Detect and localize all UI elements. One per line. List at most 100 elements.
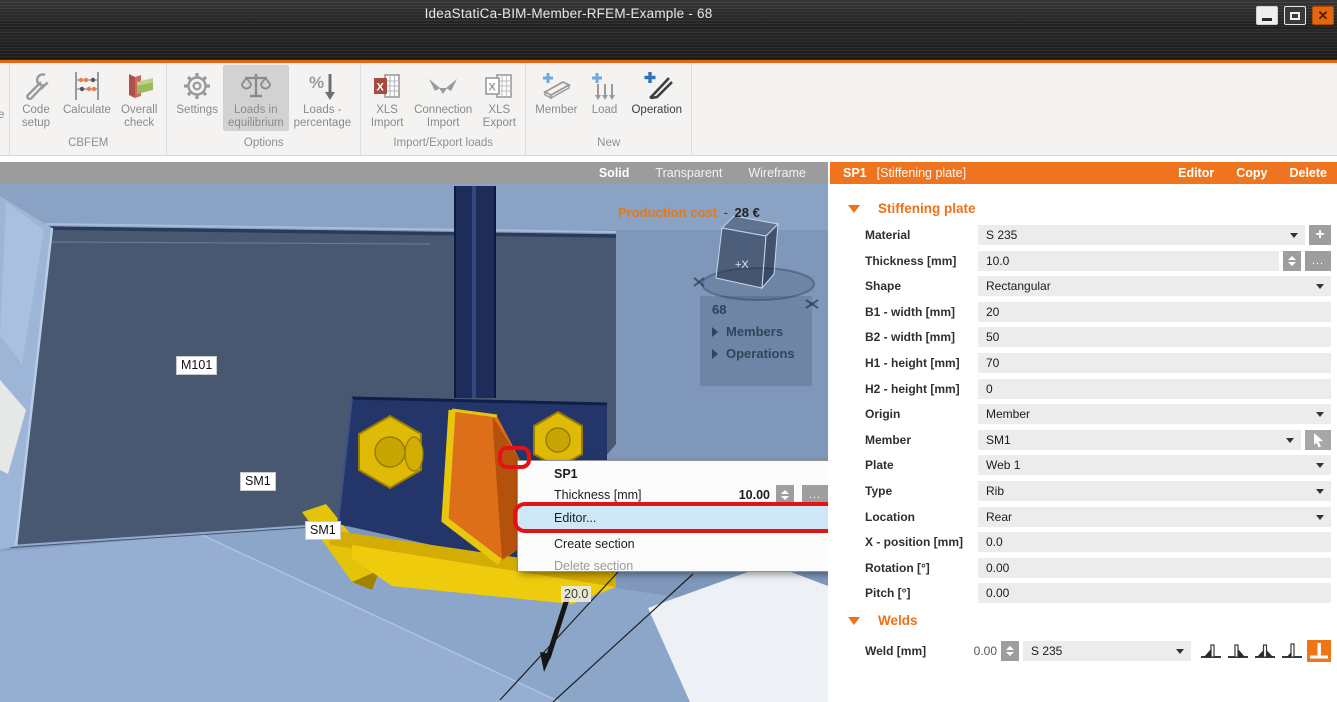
loads-percentage-button[interactable]: % Loads - percentage	[289, 65, 357, 131]
weld-size-spinner[interactable]	[1001, 641, 1019, 661]
overall-check-button[interactable]: Overall check	[116, 65, 162, 131]
tab-wireframe[interactable]: Wireframe	[748, 166, 806, 180]
tab-transparent[interactable]: Transparent	[655, 166, 722, 180]
section-stiffening-plate[interactable]: Stiffening plate	[848, 201, 1337, 216]
production-cost: Production cost - 28 €	[618, 205, 760, 220]
type-dropdown[interactable]: Rib	[978, 481, 1331, 501]
section-welds[interactable]: Welds	[848, 613, 1337, 628]
merge-arrows-icon	[426, 68, 460, 104]
ribbon-group-label: CBFEM	[14, 137, 162, 155]
weld-size-input[interactable]: 0.00	[973, 644, 997, 658]
code-setup-button[interactable]: Code setup	[14, 65, 58, 131]
spinner-up-icon	[781, 490, 789, 494]
delete-button[interactable]: Delete	[1289, 166, 1327, 180]
weld-fillet-left-icon[interactable]	[1199, 640, 1223, 662]
connection-import-button[interactable]: Connection Import	[409, 65, 477, 131]
weld-fillet-both-icon[interactable]	[1253, 640, 1277, 662]
property-row: Origin Member	[865, 404, 1331, 424]
ribbon-clipped-button[interactable]: e	[0, 63, 10, 155]
weld-material-dropdown[interactable]: S 235	[1023, 641, 1191, 661]
weld-butt-icon[interactable]	[1307, 640, 1331, 662]
member-dropdown[interactable]: SM1	[978, 430, 1301, 450]
chevron-right-icon	[712, 349, 718, 359]
minimize-icon	[1262, 18, 1272, 21]
menu-item-delete-section[interactable]: Delete section	[519, 554, 828, 577]
pitch-input[interactable]: 0.00	[978, 583, 1331, 603]
property-row: Plate Web 1	[865, 455, 1331, 475]
tree-item-operations[interactable]: Operations	[712, 346, 812, 361]
tree-item-members[interactable]: Members	[712, 324, 812, 339]
xls-import-button[interactable]: X XLS Import	[365, 65, 409, 131]
h1-height-input[interactable]: 70	[978, 353, 1331, 373]
pick-member-button[interactable]	[1305, 430, 1331, 450]
thickness-spinner[interactable]	[1283, 251, 1301, 271]
origin-dropdown[interactable]: Member	[978, 404, 1331, 424]
plate-dropdown[interactable]: Web 1	[978, 455, 1331, 475]
settings-button[interactable]: Settings	[171, 65, 223, 118]
spinner-down-icon	[1006, 652, 1014, 656]
location-dropdown[interactable]: Rear	[978, 507, 1331, 527]
production-cost-label: Production cost	[618, 205, 717, 220]
member-label-sm1-2[interactable]: SM1	[305, 521, 341, 540]
member-label-m101[interactable]: M101	[176, 356, 217, 375]
close-button[interactable]: ✕	[1312, 6, 1334, 25]
svg-text:%: %	[309, 73, 324, 92]
weld-fillet-right-icon[interactable]	[1226, 640, 1250, 662]
weld-bevel-icon[interactable]	[1280, 640, 1304, 662]
new-operation-button[interactable]: Operation	[626, 65, 687, 118]
property-row: X - position [mm] 0.0	[865, 532, 1331, 552]
weld-row: Weld [mm] 0.00 S 235	[865, 640, 1331, 662]
loads-in-equilibrium-button[interactable]: Loads in equilibrium	[223, 65, 289, 131]
b1-width-input[interactable]: 20	[978, 302, 1331, 322]
wrench-icon	[19, 68, 53, 104]
shape-dropdown[interactable]: Rectangular	[978, 276, 1331, 296]
svg-text:X: X	[489, 82, 497, 94]
tree-project-id[interactable]: 68	[712, 302, 812, 317]
percent-down-icon: %	[305, 68, 339, 104]
copy-button[interactable]: Copy	[1236, 166, 1267, 180]
balance-scale-icon	[239, 68, 273, 104]
b2-width-input[interactable]: 50	[978, 327, 1331, 347]
ribbon-group-options: Settings Loads in equilibrium	[167, 63, 361, 155]
xls-export-button[interactable]: X XLS Export	[477, 65, 521, 131]
app-window: IdeaStatiCa-BIM-Member-RFEM-Example - 68…	[0, 0, 1337, 702]
property-row: H1 - height [mm] 70	[865, 353, 1331, 373]
x-position-input[interactable]: 0.0	[978, 532, 1331, 552]
3d-scene[interactable]: +X Production cost - 28 € 68 Members	[0, 184, 828, 702]
window-title: IdeaStatiCa-BIM-Member-RFEM-Example - 68	[0, 6, 1137, 21]
minimize-button[interactable]	[1256, 6, 1278, 25]
h2-height-input[interactable]: 0	[978, 379, 1331, 399]
property-row: B1 - width [mm] 20	[865, 302, 1331, 322]
close-icon: ✕	[1318, 8, 1329, 24]
property-row: Type Rib	[865, 481, 1331, 501]
ribbon-group-import-export: X XLS Import Connection Import	[361, 63, 526, 155]
production-cost-value: 28 €	[735, 205, 760, 220]
add-material-button[interactable]: +	[1309, 225, 1331, 245]
operation-pencil-icon	[640, 68, 674, 104]
thickness-input[interactable]: 10.0	[978, 251, 1279, 271]
context-thickness-value[interactable]: 10.00	[718, 488, 770, 502]
annotation-editor-highlight	[513, 502, 828, 533]
view-mode-tabs: Solid Transparent Wireframe	[0, 162, 828, 184]
new-member-button[interactable]: Member	[530, 65, 582, 118]
maximize-button[interactable]	[1284, 6, 1306, 25]
thickness-more-button[interactable]: ...	[1305, 251, 1331, 271]
spinner-up-icon	[1006, 646, 1014, 650]
property-row: Shape Rectangular	[865, 276, 1331, 296]
new-load-button[interactable]: Load	[582, 65, 626, 118]
viewport: Solid Transparent Wireframe	[0, 162, 828, 702]
operation-type: [Stiffening plate]	[877, 166, 966, 180]
nav-cube-axis-label: +X	[735, 259, 749, 271]
calculate-button[interactable]: Calculate	[58, 65, 116, 118]
toolbar-secondary: i	[0, 30, 1337, 60]
context-menu-title: SP1	[554, 467, 578, 481]
rotation-input[interactable]: 0.00	[978, 558, 1331, 578]
member-label-sm1[interactable]: SM1	[240, 472, 276, 491]
editor-button[interactable]: Editor	[1178, 166, 1214, 180]
menu-item-create-section[interactable]: Create section	[519, 532, 828, 555]
ribbon-group-cbfem: Code setup	[10, 63, 167, 155]
abacus-icon	[70, 68, 104, 104]
material-dropdown[interactable]: S 235	[978, 225, 1305, 245]
ribbon-group-label: New	[530, 137, 687, 155]
tab-solid[interactable]: Solid	[599, 166, 630, 180]
